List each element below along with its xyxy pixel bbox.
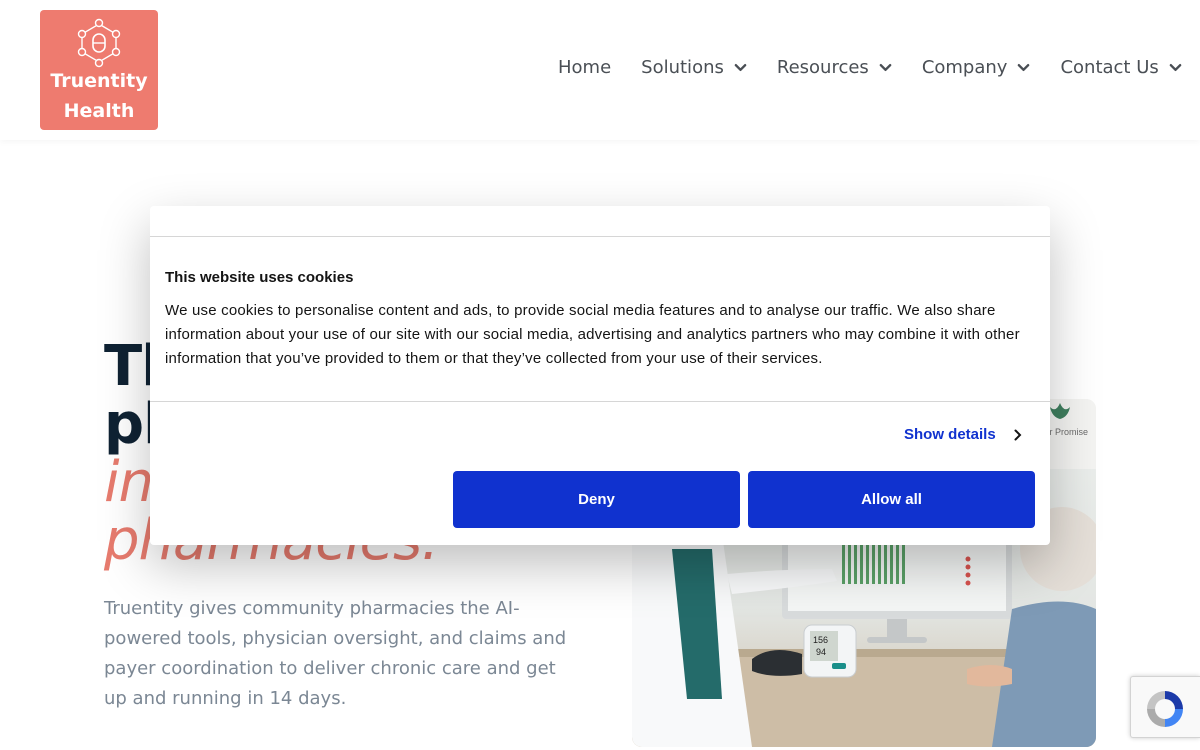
show-details-label: Show details	[904, 426, 996, 443]
deny-button[interactable]: Deny	[453, 471, 740, 528]
nav-item-label: Solutions	[641, 57, 724, 78]
chevron-down-icon	[1018, 63, 1030, 72]
logo-name-line1: Truentity	[50, 70, 148, 92]
nav-item-solutions[interactable]: Solutions	[641, 57, 747, 78]
chevron-down-icon	[1169, 63, 1182, 72]
nav-item-label: Resources	[776, 57, 869, 78]
nav-item-home[interactable]: Home	[558, 57, 611, 78]
cookie-consent-dialog: This website uses cookies We use cookies…	[150, 206, 1050, 545]
main-nav: Home Solutions Resources Company Contact…	[558, 57, 1182, 78]
recaptcha-badge[interactable]	[1130, 676, 1200, 738]
allow-all-button[interactable]: Allow all	[748, 471, 1035, 528]
site-header: Truentity Health Home Solutions Resource…	[0, 0, 1200, 140]
cookie-dialog-title: This website uses cookies	[165, 269, 354, 286]
logo-name-line2: Health	[63, 100, 135, 122]
show-details-link[interactable]: Show details	[904, 426, 1022, 443]
nav-item-label: Company	[921, 57, 1008, 78]
chevron-down-icon	[879, 63, 892, 72]
hero-description: Truentity gives community pharmacies the…	[104, 598, 567, 709]
nav-item-company[interactable]: Company	[922, 57, 1031, 78]
nav-item-resources[interactable]: Resources	[777, 57, 892, 78]
nav-item-label: Contact Us	[1060, 57, 1159, 78]
bp-systolic-reading: 156	[813, 635, 828, 645]
nav-item-contact-us[interactable]: Contact Us	[1060, 57, 1182, 78]
truentity-logo[interactable]: Truentity Health	[40, 10, 158, 130]
bp-diastolic-reading: 94	[816, 647, 826, 657]
dialog-divider	[150, 401, 1050, 402]
molecule-icon	[77, 18, 121, 68]
chevron-right-icon	[1014, 429, 1022, 440]
dialog-top-divider	[150, 236, 1050, 237]
recaptcha-icon	[1147, 691, 1183, 727]
nav-item-label: Home	[558, 57, 612, 78]
cookie-dialog-body: We use cookies to personalise content an…	[165, 302, 1020, 367]
chevron-down-icon	[734, 63, 747, 72]
